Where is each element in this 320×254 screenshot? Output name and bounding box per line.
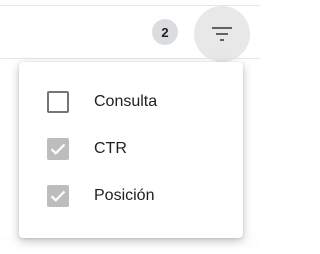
check-icon (50, 143, 66, 155)
checkbox-checked[interactable] (47, 137, 69, 160)
menu-item-label: Consulta (94, 92, 158, 110)
filter-button[interactable] (194, 6, 250, 62)
menu-item-label: CTR (94, 139, 127, 157)
menu-item-consulta[interactable]: Consulta (19, 78, 243, 125)
menu-item-ctr[interactable]: CTR (19, 125, 243, 172)
column-filter-menu: Consulta CTR Posición (19, 62, 243, 238)
menu-item-posicion[interactable]: Posición (19, 172, 243, 219)
menu-item-label: Posición (94, 186, 155, 204)
checkbox-checked[interactable] (47, 184, 69, 207)
check-icon (50, 190, 66, 202)
table-row-background (0, 236, 260, 254)
checkbox-unchecked[interactable] (47, 90, 69, 113)
filter-count-badge: 2 (152, 19, 178, 45)
page: 2 Consulta CTR Posición (0, 0, 260, 254)
filter-list-icon (211, 26, 233, 42)
